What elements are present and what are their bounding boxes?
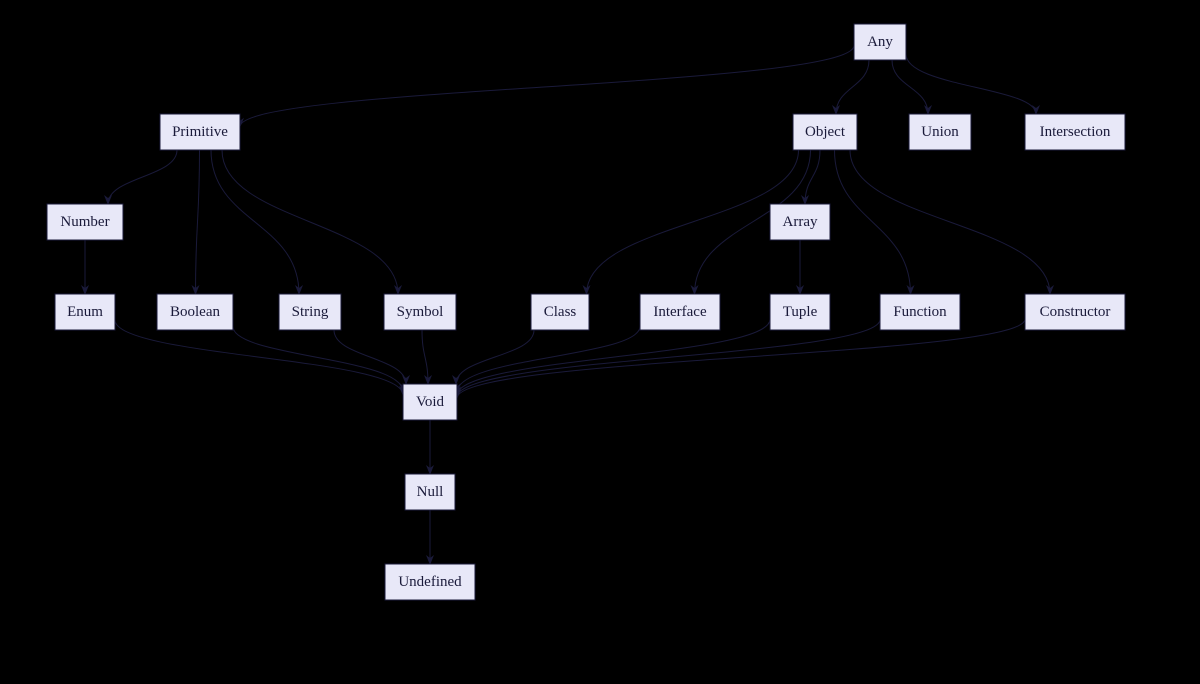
node-label-null: Null xyxy=(417,484,444,500)
edge-primitive-boolean xyxy=(196,150,200,294)
node-label-class: Class xyxy=(544,304,577,320)
node-label-function: Function xyxy=(893,304,947,320)
node-interface: Interface xyxy=(640,294,720,330)
edge-object-function xyxy=(835,150,911,294)
node-constructor: Constructor xyxy=(1025,294,1125,330)
edge-object-constructor xyxy=(850,150,1050,294)
node-any: Any xyxy=(854,24,906,60)
node-string: String xyxy=(279,294,341,330)
edge-primitive-number xyxy=(108,150,177,204)
node-label-union: Union xyxy=(921,124,959,140)
node-label-number: Number xyxy=(60,214,109,230)
node-label-symbol: Symbol xyxy=(397,304,444,320)
node-boolean: Boolean xyxy=(157,294,233,330)
node-label-intersection: Intersection xyxy=(1040,124,1111,140)
node-number: Number xyxy=(47,204,123,240)
node-label-interface: Interface xyxy=(653,304,707,320)
node-label-string: String xyxy=(292,304,329,320)
node-label-boolean: Boolean xyxy=(170,304,220,320)
node-label-array: Array xyxy=(783,214,818,230)
node-label-primitive: Primitive xyxy=(172,124,228,140)
node-label-constructor: Constructor xyxy=(1040,304,1111,320)
edge-function-void xyxy=(457,319,880,397)
node-array: Array xyxy=(770,204,830,240)
edge-tuple-void xyxy=(457,319,770,395)
type-hierarchy-diagram: Any Primitive Object Union Intersection Numbe… xyxy=(0,0,1200,684)
node-primitive: Primitive xyxy=(160,114,240,150)
edge-object-array xyxy=(805,150,820,204)
edge-any-primitive xyxy=(240,45,854,126)
edge-any-intersection xyxy=(906,54,1036,114)
node-symbol: Symbol xyxy=(384,294,456,330)
edge-any-object xyxy=(836,60,869,114)
node-label-void: Void xyxy=(416,394,445,410)
node-object: Object xyxy=(793,114,857,150)
node-label-tuple: Tuple xyxy=(783,304,818,320)
nodes-layer: Any Primitive Object Union Intersection Numbe… xyxy=(47,24,1125,600)
node-void: Void xyxy=(403,384,457,420)
node-enum: Enum xyxy=(55,294,115,330)
edge-primitive-string xyxy=(211,150,299,294)
node-label-undefined: Undefined xyxy=(398,574,462,590)
edge-primitive-symbol xyxy=(222,150,398,294)
node-function: Function xyxy=(880,294,960,330)
edge-symbol-void xyxy=(422,330,428,384)
edge-interface-void xyxy=(457,326,640,392)
edge-boolean-void xyxy=(233,327,403,392)
edge-any-union xyxy=(892,60,928,114)
node-tuple: Tuple xyxy=(770,294,830,330)
node-union: Union xyxy=(909,114,971,150)
node-null: Null xyxy=(405,474,455,510)
node-label-object: Object xyxy=(805,124,846,140)
node-class: Class xyxy=(531,294,589,330)
edge-class-void xyxy=(456,330,534,384)
edge-object-class xyxy=(587,150,799,294)
node-undefined: Undefined xyxy=(385,564,475,600)
edge-enum-void xyxy=(115,320,403,395)
node-intersection: Intersection xyxy=(1025,114,1125,150)
edge-string-void xyxy=(334,330,406,384)
node-label-enum: Enum xyxy=(67,304,103,320)
node-label-any: Any xyxy=(867,34,893,50)
